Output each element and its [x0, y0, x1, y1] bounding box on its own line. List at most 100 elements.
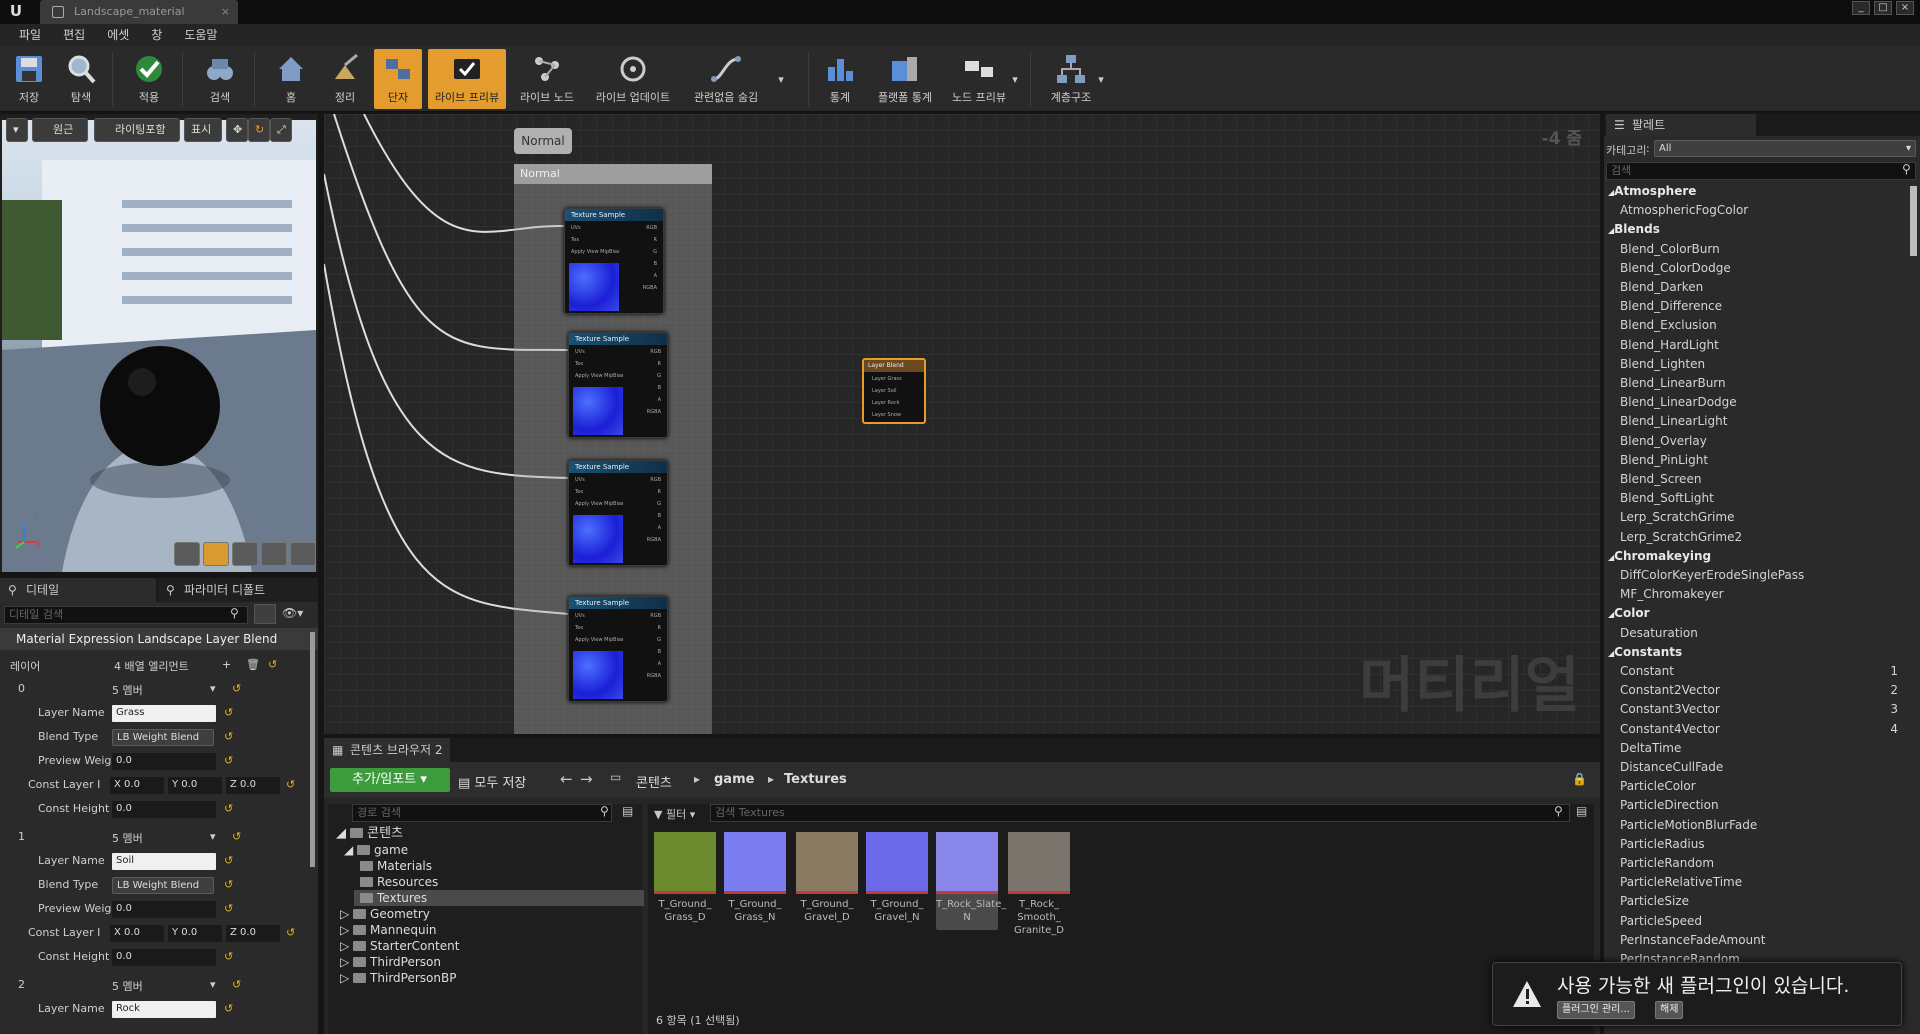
move-icon[interactable]: ✥ — [226, 118, 248, 142]
pin-rgba[interactable]: RGBA — [643, 285, 657, 291]
palette-item[interactable]: Blend_Overlay — [1620, 432, 1707, 451]
pin-g[interactable]: G — [657, 373, 661, 379]
palette-category[interactable]: ◢Blends — [1608, 220, 1660, 239]
reset-icon[interactable]: ↺ — [224, 950, 233, 963]
home-button[interactable]: 홈 — [266, 49, 316, 109]
pin-r[interactable]: R — [658, 489, 661, 495]
pin-rgba[interactable]: RGBA — [647, 537, 661, 543]
texture-sample-node[interactable]: Texture Sample UVs Tex Apply View MipBias RG… — [568, 596, 668, 702]
palette-category[interactable]: ◢Atmosphere — [1608, 182, 1696, 201]
const-height-field[interactable]: 0.0 — [112, 801, 216, 818]
hide-unrelated-dropdown[interactable]: ▾ — [774, 49, 788, 109]
pin-layer-rock[interactable]: Layer Rock — [872, 400, 899, 406]
tree-item-geometry[interactable]: ▷ Geometry — [340, 906, 430, 922]
pin-r[interactable]: R — [654, 237, 657, 243]
rotate-icon[interactable]: ↻ — [248, 118, 270, 142]
pin-r[interactable]: R — [658, 361, 661, 367]
eye-icon[interactable]: 👁▾ — [282, 606, 303, 620]
browse-button[interactable]: 탐색 — [56, 49, 106, 109]
tree-item-startercontent[interactable]: ▷ StarterContent — [340, 938, 459, 954]
palette-item[interactable]: Constant — [1620, 662, 1674, 681]
menu-help[interactable]: 도움말 — [173, 24, 228, 46]
close-tab-icon[interactable]: × — [221, 0, 230, 24]
pin-tex[interactable]: Tex — [575, 625, 583, 631]
palette-item[interactable]: Lerp_ScratchGrime — [1620, 508, 1734, 527]
details-search-input[interactable]: 디테일 검색 — [4, 606, 248, 624]
layer-name-field[interactable]: Grass — [112, 705, 216, 722]
palette-item[interactable]: Lerp_ScratchGrime2 — [1620, 528, 1742, 547]
perspective-button[interactable]: 원근 — [32, 118, 88, 142]
palette-item[interactable]: Constant2Vector — [1620, 681, 1720, 700]
pin-a[interactable]: A — [658, 661, 661, 667]
comment-header[interactable]: Normal — [514, 164, 712, 184]
const-z-field[interactable]: Z 0.0 — [226, 777, 280, 794]
pin-mipbias[interactable]: Apply View MipBias — [571, 249, 620, 255]
texture-sample-node[interactable]: Texture Sample UVs Tex Apply View MipBias RG… — [568, 460, 668, 566]
palette-item[interactable]: Blend_PinLight — [1620, 451, 1708, 470]
pin-mipbias[interactable]: Apply View MipBias — [575, 373, 624, 379]
pin-mipbias[interactable]: Apply View MipBias — [575, 501, 624, 507]
palette-category[interactable]: ◢Chromakeying — [1608, 547, 1711, 566]
pin-g[interactable]: G — [653, 249, 657, 255]
plane-shape-icon[interactable] — [232, 542, 258, 566]
reset-icon[interactable]: ↺ — [268, 658, 277, 671]
asset-options-icon[interactable]: ▤ — [1576, 804, 1587, 818]
hierarchy-button[interactable]: 계층구조 — [1040, 49, 1102, 109]
cube-shape-icon[interactable] — [261, 542, 287, 566]
tree-item-mannequin[interactable]: ▷ Mannequin — [340, 922, 437, 938]
cylinder-shape-icon[interactable] — [174, 542, 200, 566]
reset-icon[interactable]: ↺ — [286, 926, 295, 939]
palette-item[interactable]: Blend_LinearDodge — [1620, 393, 1737, 412]
live-preview-button[interactable]: 라이브 프리뷰 — [428, 49, 506, 109]
palette-item[interactable]: ParticleSize — [1620, 892, 1689, 911]
tree-item-materials[interactable]: Materials — [360, 858, 432, 874]
minimize-icon[interactable]: _ — [1852, 1, 1870, 15]
reset-icon[interactable]: ↺ — [224, 902, 233, 915]
pin-rgba[interactable]: RGBA — [647, 673, 661, 679]
search-button[interactable]: 검색 — [192, 49, 248, 109]
palette-item[interactable]: DistanceCullFade — [1620, 758, 1723, 777]
blend-type-select[interactable]: LB Weight Blend — [112, 729, 214, 746]
pin-rgb[interactable]: RGB — [650, 477, 661, 483]
palette-item[interactable]: ParticleColor — [1620, 777, 1696, 796]
palette-item[interactable]: ParticleMotionBlurFade — [1620, 816, 1757, 835]
pin-g[interactable]: G — [657, 637, 661, 643]
reset-icon[interactable]: ↺ — [224, 854, 233, 867]
menu-window[interactable]: 창 — [140, 24, 173, 46]
asset-tile[interactable]: T_Ground_ Grass_D — [654, 832, 716, 930]
details-scrollbar[interactable] — [310, 632, 315, 867]
palette-item[interactable]: ParticleSpeed — [1620, 912, 1702, 931]
manage-plugins-button[interactable]: 플러그인 관리... — [1557, 1001, 1635, 1019]
palette-item[interactable]: ParticleRelativeTime — [1620, 873, 1742, 892]
hide-unrelated-button[interactable]: 관련없음 숨김 — [686, 49, 766, 109]
pin-tex[interactable]: Tex — [575, 361, 583, 367]
palette-item[interactable]: ParticleDirection — [1620, 796, 1719, 815]
menu-asset[interactable]: 에셋 — [96, 24, 140, 46]
palette-item[interactable]: PerInstanceFadeAmount — [1620, 931, 1765, 950]
pin-rgb[interactable]: RGB — [650, 349, 661, 355]
const-y-field[interactable]: Y 0.0 — [168, 925, 222, 942]
comment-bubble[interactable]: Normal — [514, 128, 572, 154]
menu-edit[interactable]: 편집 — [52, 24, 96, 46]
pin-r[interactable]: R — [658, 625, 661, 631]
back-icon[interactable]: ← — [560, 770, 573, 788]
palette-item[interactable]: Blend_SoftLight — [1620, 489, 1714, 508]
tree-item-thirdpersonbp[interactable]: ▷ ThirdPersonBP — [340, 970, 456, 986]
palette-item[interactable]: Blend_LinearLight — [1620, 412, 1727, 431]
tree-item-resources[interactable]: Resources — [360, 874, 438, 890]
reset-icon[interactable]: ↺ — [224, 730, 233, 743]
palette-item[interactable]: Blend_ColorBurn — [1620, 240, 1720, 259]
pin-uvs[interactable]: UVs — [575, 349, 585, 355]
add-import-button[interactable]: 추가/임포트 ▾ — [330, 768, 450, 792]
pin-uvs[interactable]: UVs — [575, 613, 585, 619]
pin-layer-soil[interactable]: Layer Soil — [872, 388, 897, 394]
asset-tile[interactable]: T_Ground_ Gravel_N — [866, 832, 928, 930]
palette-item[interactable]: Desaturation — [1620, 624, 1698, 643]
filter-button[interactable]: ▼ 필터 ▾ — [654, 806, 695, 822]
apply-button[interactable]: 적용 — [122, 49, 176, 109]
palette-item[interactable]: Constant3Vector — [1620, 700, 1720, 719]
add-element-icon[interactable]: + — [222, 658, 231, 671]
save-all-button[interactable]: ▤ 모두 저장 — [458, 772, 526, 791]
asset-tile-selected[interactable]: T_Rock_Slate_ N — [936, 832, 1006, 930]
delete-all-icon[interactable]: 🗑 — [246, 658, 260, 671]
